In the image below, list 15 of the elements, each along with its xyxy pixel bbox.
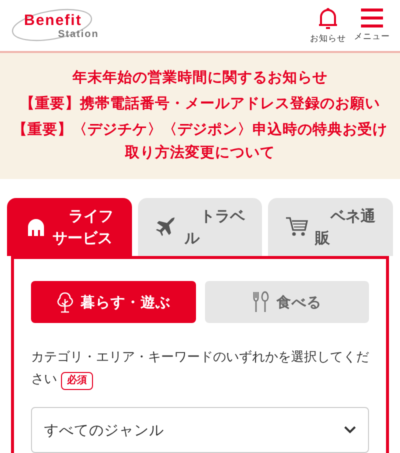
category-tab[interactable]: トラベル (138, 198, 262, 256)
notice-link[interactable]: 【重要】携帯電話番号・メールアドレス登録のお願い (8, 92, 392, 116)
notification-button[interactable]: お知らせ (310, 6, 346, 44)
instruction-text: カテゴリ・エリア・キーワードのいずれかを選択してください 必須 (31, 347, 369, 392)
logo-subtitle: Station (58, 28, 99, 40)
required-badge: 必須 (61, 372, 93, 390)
menu-button[interactable]: メニュー (354, 6, 390, 44)
genre-select[interactable]: すべてのジャンル (31, 407, 369, 453)
notice-link[interactable]: 年末年始の営業時間に関するお知らせ (8, 66, 392, 90)
notice-link[interactable]: 【重要】〈デジチケ〉〈デジポン〉申込時の特典お受け取り方法変更について (8, 119, 392, 166)
logo-title: Benefit (24, 12, 82, 28)
category-tab[interactable]: ライフサービス (7, 198, 132, 256)
category-tab[interactable]: ベネ通販 (268, 198, 394, 256)
subcategory-tab[interactable]: 食べる (204, 281, 369, 323)
subcategory-tab[interactable]: 暮らす・遊ぶ (31, 281, 196, 323)
